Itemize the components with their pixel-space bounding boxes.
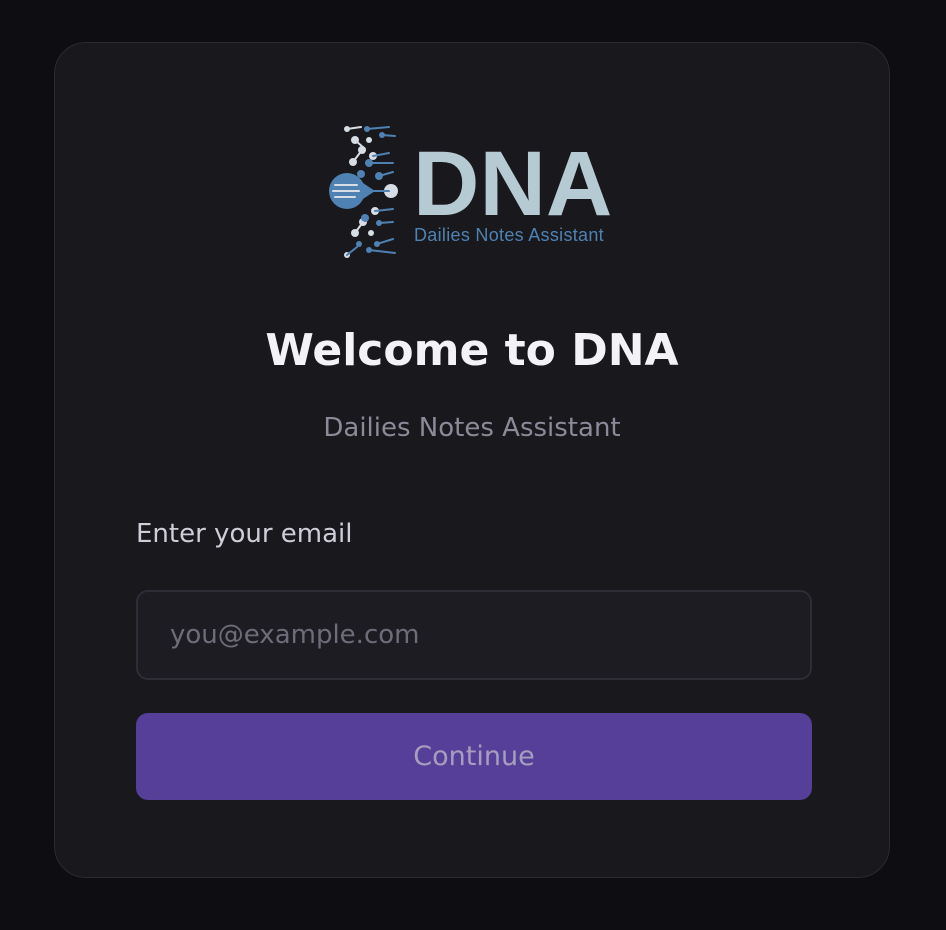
- dna-helix-icon: [329, 126, 398, 258]
- logo-wordmark: DNA: [413, 133, 612, 235]
- dna-logo: DNA Dailies Notes Assistant: [327, 119, 627, 264]
- email-label: Enter your email: [136, 519, 353, 549]
- email-input[interactable]: [136, 590, 812, 680]
- page-title: Welcome to DNA: [265, 325, 679, 376]
- login-card: DNA Dailies Notes Assistant Welcome to D…: [54, 42, 890, 878]
- continue-button[interactable]: Continue: [136, 713, 812, 800]
- logo-tagline: Dailies Notes Assistant: [414, 225, 604, 245]
- page-subtitle: Dailies Notes Assistant: [323, 413, 621, 443]
